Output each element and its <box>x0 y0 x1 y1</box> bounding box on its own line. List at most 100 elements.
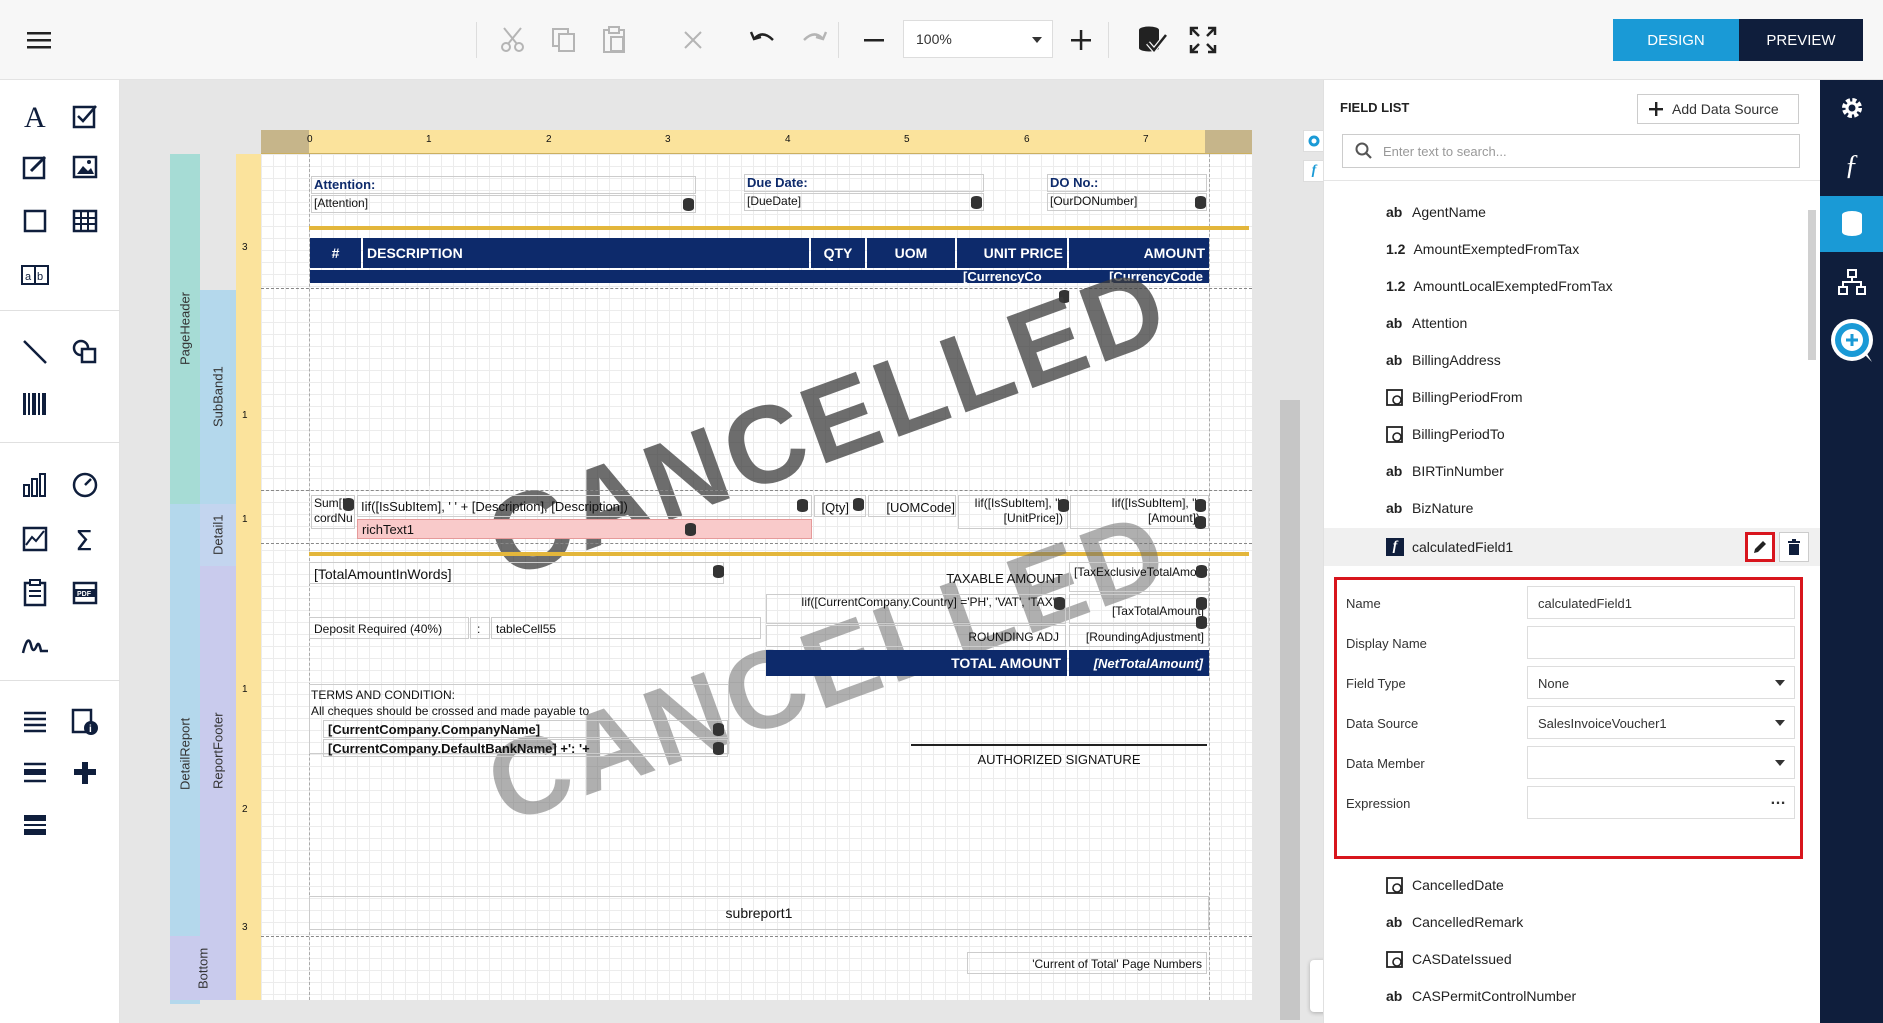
gear-icon[interactable] <box>1820 80 1883 136</box>
total-amount-in-words[interactable]: [TotalAmountInWords] <box>309 562 724 584</box>
edit-pencil-icon[interactable] <box>1745 532 1775 562</box>
page-header-band-icon[interactable] <box>15 753 55 793</box>
delete-icon[interactable] <box>675 22 711 58</box>
group-header-band-icon[interactable] <box>65 753 105 793</box>
band-subband1[interactable]: SubBand1 <box>200 290 236 504</box>
company-name-field[interactable]: [CurrentCompany.CompanyName] <box>323 720 728 738</box>
band-detail-report[interactable]: DetailReport <box>170 504 200 1004</box>
total-amount-label[interactable]: TOTAL AMOUNT <box>766 650 1067 676</box>
field-item-casdateissued[interactable]: CASDateIssued <box>1386 943 1512 975</box>
field-type-select[interactable]: None <box>1527 666 1795 699</box>
field-item-billingperiodto[interactable]: BillingPeriodTo <box>1386 418 1505 450</box>
trash-icon[interactable] <box>1779 532 1809 562</box>
expression-editor-icon[interactable]: ƒ <box>1820 138 1883 194</box>
field-item-cancelleddate[interactable]: CancelledDate <box>1386 869 1504 901</box>
band-detail1[interactable]: Detail1 <box>200 504 236 566</box>
zoom-select[interactable]: 100% <box>903 20 1053 58</box>
table-cell55[interactable]: tableCell55 <box>491 617 761 639</box>
col-unit-price-header[interactable]: UNIT PRICE <box>957 238 1067 268</box>
expression-f-icon[interactable]: f <box>1303 160 1323 182</box>
pdf-tool-icon[interactable]: PDF <box>65 573 105 613</box>
data-source-select[interactable]: SalesInvoiceVoucher1 <box>1527 706 1795 739</box>
summary-tool-icon[interactable]: Σ <box>65 519 105 559</box>
richtext1-control[interactable]: richText1 <box>357 519 812 539</box>
picture-tool-icon[interactable] <box>65 147 105 187</box>
fullscreen-icon[interactable] <box>1185 22 1221 58</box>
character-comb-tool-icon[interactable]: ab <box>15 255 55 295</box>
table-tool-icon[interactable] <box>65 201 105 241</box>
band-page-header[interactable]: PageHeader <box>170 154 200 504</box>
field-item-attention[interactable]: ab Attention <box>1386 307 1467 339</box>
barcode-tool-icon[interactable] <box>15 384 55 424</box>
copy-icon[interactable] <box>546 22 582 58</box>
undo-icon[interactable] <box>745 22 781 58</box>
rounding-adj-label[interactable]: ROUNDING ADJ <box>766 625 1066 647</box>
col-description-header[interactable]: DESCRIPTION <box>363 238 809 268</box>
tax-total-field[interactable]: [TaxTotalAmount] <box>1069 594 1209 624</box>
col-qty-header[interactable]: QTY <box>811 238 865 268</box>
band-settings-gear-icon[interactable] <box>1303 130 1323 152</box>
field-item-billingperiodfrom[interactable]: BillingPeriodFrom <box>1386 381 1522 413</box>
display-name-input[interactable] <box>1527 626 1795 659</box>
field-item-calculatedfield1[interactable]: f calculatedField1 <box>1386 531 1513 563</box>
field-item-amountexemptedfromtax[interactable]: 1.2 AmountExemptedFromTax <box>1386 233 1579 265</box>
design-button[interactable]: DESIGN <box>1613 19 1739 61</box>
shape-tool-icon[interactable] <box>65 332 105 372</box>
col-hash-header[interactable]: # <box>310 238 361 268</box>
report-header-band-icon[interactable] <box>15 702 55 742</box>
authorized-signature-label[interactable]: AUTHORIZED SIGNATURE <box>911 752 1207 770</box>
uom-field[interactable]: [UOMCode] <box>868 495 956 517</box>
zoom-out-icon[interactable] <box>856 22 892 58</box>
label-tool-icon[interactable]: A <box>15 96 55 136</box>
field-item-birtinnumber[interactable]: ab BIRTinNumber <box>1386 455 1504 487</box>
page-numbers-field[interactable]: 'Current of Total' Page Numbers <box>967 952 1207 974</box>
expression-input[interactable]: … <box>1527 786 1795 819</box>
do-no-label[interactable]: DO No.: <box>1047 174 1207 192</box>
due-date-label[interactable]: Due Date: <box>744 174 984 192</box>
report-explorer-icon[interactable] <box>1820 254 1883 310</box>
notification-bell-icon[interactable] <box>1310 960 1323 1012</box>
field-item-amountlocalexemptedfromtax[interactable]: 1.2 AmountLocalExemptedFromTax <box>1386 270 1613 302</box>
vat-tax-expression-field[interactable]: Iif([CurrentCompany.Country] ='PH', 'VAT… <box>766 594 1066 624</box>
default-bank-name-field[interactable]: [CurrentCompany.DefaultBankName] +': '+ <box>323 739 728 757</box>
colon-cell[interactable]: : <box>470 617 490 639</box>
attention-label[interactable]: Attention: <box>311 176 696 194</box>
signature-tool-icon[interactable] <box>15 625 55 665</box>
gauge-tool-icon[interactable] <box>65 465 105 505</box>
field-item-caspermitcontrolnumber[interactable]: ab CASPermitControlNumber <box>1386 980 1576 1012</box>
subreport1-control[interactable]: subreport1 <box>309 896 1209 930</box>
field-list-tab-icon[interactable] <box>1820 196 1883 252</box>
redo-icon[interactable] <box>796 22 832 58</box>
field-item-billingaddress[interactable]: ab BillingAddress <box>1386 344 1501 376</box>
canvas-scrollbar[interactable] <box>1280 400 1300 1020</box>
rounding-adjustment-field[interactable]: [RoundingAdjustment] <box>1069 625 1209 647</box>
due-date-field[interactable]: [DueDate] <box>744 193 984 211</box>
hamburger-menu-icon[interactable] <box>22 22 58 58</box>
detail-band-icon[interactable] <box>15 805 55 845</box>
paste-icon[interactable] <box>597 22 633 58</box>
line-tool-icon[interactable] <box>15 332 55 372</box>
panel-tool-icon[interactable] <box>15 201 55 241</box>
band-bottom[interactable]: Bottom <box>170 936 236 1000</box>
field-search-input[interactable]: Enter text to search... <box>1342 134 1800 168</box>
preview-button[interactable]: PREVIEW <box>1739 19 1863 61</box>
zoom-in-icon[interactable] <box>1063 22 1099 58</box>
description-expression-field[interactable]: Iif([IsSubItem], ' ' + [Description], [D… <box>357 495 812 517</box>
attention-field[interactable]: [Attention] <box>311 195 696 213</box>
chart-tool-icon[interactable] <box>15 465 55 505</box>
checkbox-tool-icon[interactable] <box>65 96 105 136</box>
ellipsis-icon[interactable]: … <box>1770 791 1786 809</box>
sparkline-tool-icon[interactable] <box>15 519 55 559</box>
field-item-cancelledremark[interactable]: ab CancelledRemark <box>1386 906 1523 938</box>
band-report-footer[interactable]: ReportFooter <box>200 566 236 936</box>
validate-bindings-icon[interactable] <box>1134 22 1170 58</box>
net-total-amount-field[interactable]: [NetTotalAmount] <box>1069 650 1209 676</box>
deposit-required-label[interactable]: Deposit Required (40%) <box>309 617 469 639</box>
report-info-icon[interactable]: i <box>65 702 105 742</box>
field-item-biznature[interactable]: ab BizNature <box>1386 492 1473 524</box>
field-item-agentname[interactable]: ab AgentName <box>1386 196 1486 228</box>
data-member-select[interactable] <box>1527 746 1795 779</box>
richtext-tool-icon[interactable] <box>15 147 55 187</box>
field-list-scrollbar[interactable] <box>1808 210 1816 360</box>
add-data-source-button[interactable]: Add Data Source <box>1637 94 1799 124</box>
